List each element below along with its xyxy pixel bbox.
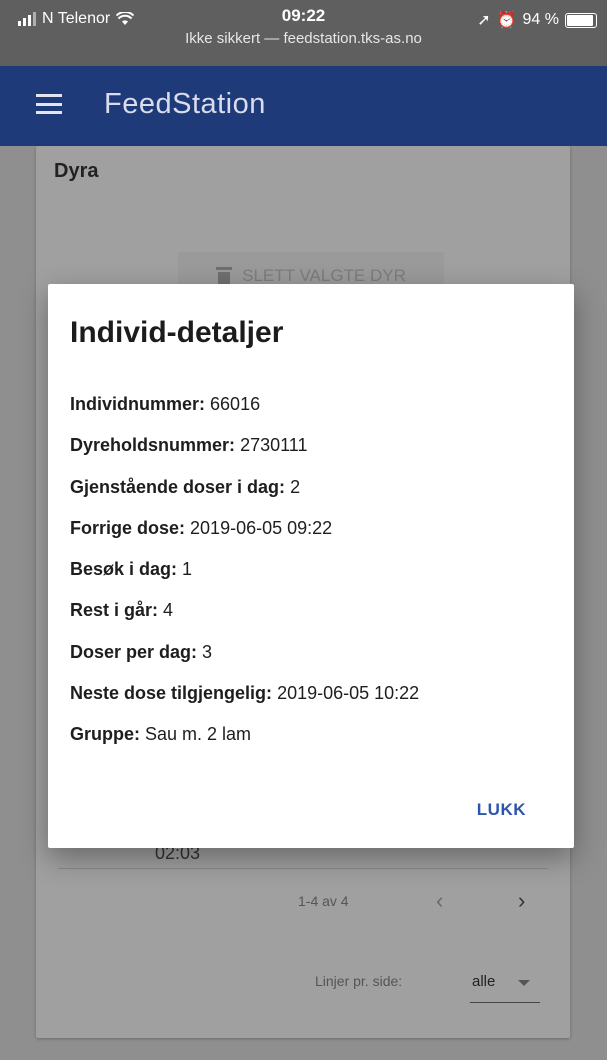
alarm-icon: ⏰ [496,12,517,29]
card-title: Dyra [54,160,99,182]
rows-per-page-value: alle [472,973,496,990]
detail-label: Individnummer: [70,394,206,414]
detail-row: Neste dose tilgjengelig: 2019-06-05 10:2… [70,683,419,724]
detail-row: Gruppe: Sau m. 2 lam [70,724,419,765]
detail-value: 2730111 [240,435,308,456]
pagination-range: 1-4 av 4 [298,893,349,909]
detail-label: Gjenstående doser i dag: [70,476,286,497]
trash-icon [216,267,233,285]
url-bar[interactable]: Ikke sikkert — feedstation.tks-as.no [0,30,607,47]
prev-page-icon[interactable]: ‹ [436,888,443,914]
detail-label: Rest i går: [70,600,159,621]
detail-row: Dyreholdsnummer: 2730111 [70,435,419,476]
app-bar: FeedStation [0,66,607,146]
dropdown-caret-icon [518,980,530,986]
detail-row: Individnummer: 66016 [70,394,419,435]
detail-value: 2019-06-05 10:22 [277,683,420,704]
detail-label: Gruppe: [70,724,140,745]
rows-per-page-select[interactable]: alle [470,968,540,1003]
close-dialog-button[interactable]: LUKK [477,800,526,820]
detail-value: 1 [182,559,193,580]
table-divider [58,868,548,869]
detail-value: 3 [202,641,213,662]
detail-label: Neste dose tilgjengelig: [70,683,273,704]
detail-row: Besøk i dag: 1 [70,559,419,600]
status-bar: N Telenor 09:22 Ikke sikkert — feedstati… [0,0,607,66]
battery-icon [565,12,597,28]
hamburger-menu-icon[interactable] [36,94,62,114]
detail-value: 2 [290,476,301,497]
app-title: FeedStation [104,88,266,120]
detail-label: Dyreholdsnummer: [70,435,236,456]
detail-value: 4 [163,600,174,621]
detail-label: Doser per dag: [70,641,198,662]
battery-percent: 94 % [522,11,559,28]
location-icon: ➚ [477,12,491,29]
next-page-icon[interactable]: › [518,888,525,914]
dialog-title: Individ-detaljer [70,316,284,349]
detail-row: Doser per dag: 3 [70,642,419,683]
detail-value: 66016 [210,394,261,414]
details-list: Individnummer: 66016 Dyreholdsnummer: 27… [70,394,419,766]
detail-label: Besøk i dag: [70,559,178,580]
individual-details-dialog: Individ-detaljer Individnummer: 66016 Dy… [48,284,574,848]
detail-value: 2019-06-05 09:22 [190,517,333,538]
detail-row: Rest i går: 4 [70,600,419,641]
battery-level-fill [567,14,594,26]
detail-row: Gjenstående doser i dag: 2 [70,477,419,518]
rows-per-page-label: Linjer pr. side: [315,973,403,989]
detail-row: Forrige dose: 2019-06-05 09:22 [70,518,419,559]
detail-label: Forrige dose: [70,517,186,538]
delete-selected-label: SLETT VALGTE DYR [242,266,406,285]
detail-value: Sau m. 2 lam [145,724,252,745]
